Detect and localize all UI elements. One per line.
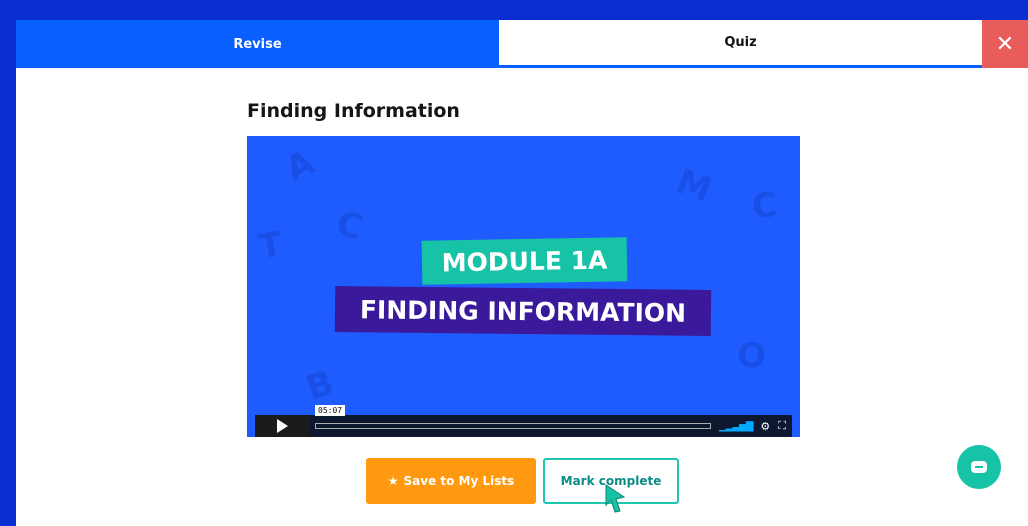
play-icon [276,419,288,433]
chat-icon [971,461,987,473]
video-player[interactable]: A C T M C O B MODULE 1A FINDING INFORMAT… [247,136,800,437]
fullscreen-icon[interactable]: ⛶ [778,419,786,433]
background-letter: C [750,184,779,228]
volume-icon[interactable]: ▁▂▃▅▇ [719,421,753,432]
background-letter: T [255,224,286,268]
close-icon: ✕ [995,31,1015,57]
background-letter: O [733,333,770,379]
close-button[interactable]: ✕ [982,20,1028,68]
video-controls: 05:07 ▁▂▃▅▇ ⚙ ⛶ [255,405,792,437]
lesson-title: Finding Information [247,100,460,122]
star-icon: ★ [387,474,399,488]
play-button[interactable] [255,415,309,437]
background-letter: A [279,142,321,190]
save-to-my-lists-button[interactable]: ★ Save to My Lists [366,458,536,504]
video-timestamp: 05:07 [315,405,346,416]
background-letter: M [671,161,717,211]
module-title-badge: FINDING INFORMATION [334,286,712,336]
save-label: Save to My Lists [403,474,515,488]
mouse-cursor-icon [605,484,626,513]
control-icons: ▁▂▃▅▇ ⚙ ⛶ [719,419,786,433]
chat-button[interactable] [957,445,1001,489]
settings-icon[interactable]: ⚙ [760,420,770,433]
tab-revise[interactable]: Revise [16,20,499,68]
module-badge: MODULE 1A [421,237,628,285]
lesson-modal: Revise Quiz ✕ Finding Information A C T … [16,20,1028,526]
control-bar: 05:07 ▁▂▃▅▇ ⚙ ⛶ [309,405,792,437]
background-letter: B [300,362,339,410]
progress-track[interactable] [315,423,711,429]
tab-quiz[interactable]: Quiz [499,20,982,68]
tab-bar: Revise Quiz ✕ [16,20,1028,68]
background-letter: C [332,203,367,249]
